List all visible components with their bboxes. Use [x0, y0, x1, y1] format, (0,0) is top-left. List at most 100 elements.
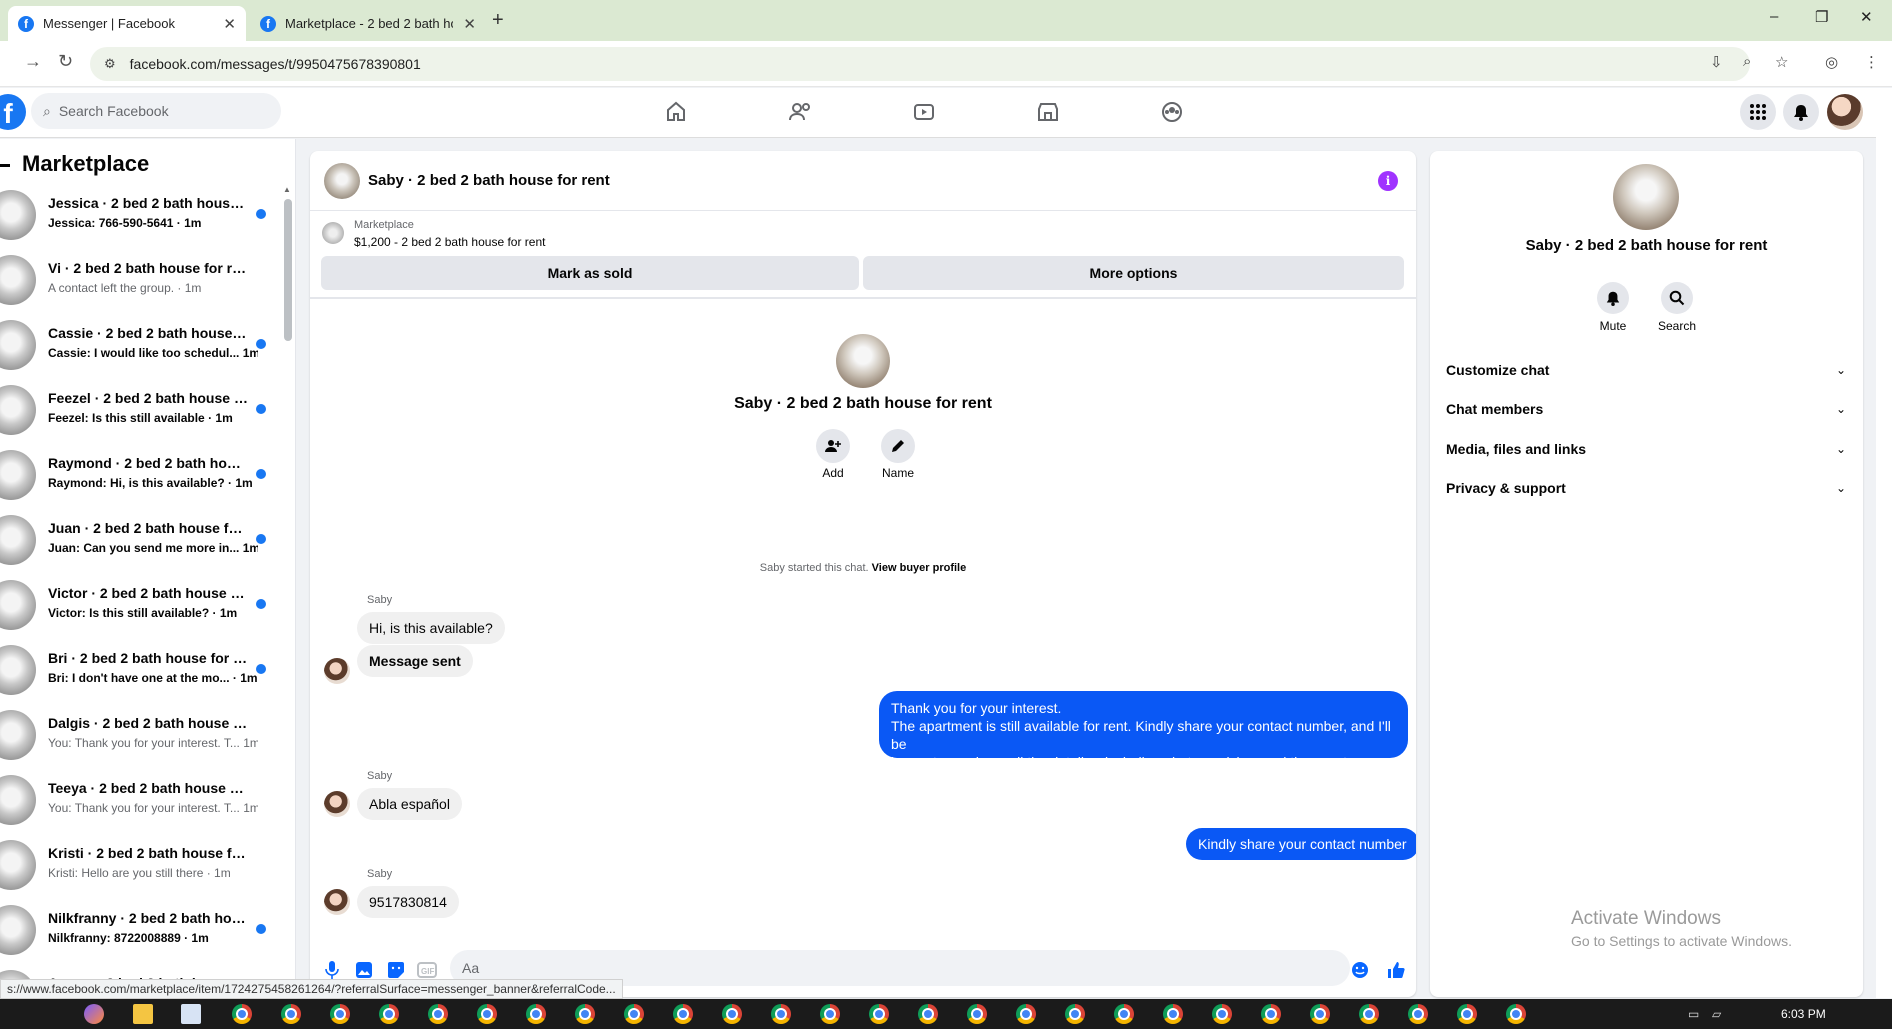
chrome-icon[interactable]	[1212, 1004, 1232, 1024]
chrome-icon[interactable]	[526, 1004, 546, 1024]
sidebar-scrollbar[interactable]	[284, 199, 292, 341]
notifications-icon[interactable]	[1783, 94, 1819, 130]
chrome-icon[interactable]	[869, 1004, 889, 1024]
tray-icon[interactable]: ▭	[1688, 1007, 1699, 1021]
zoom-icon[interactable]: ⌕	[1743, 53, 1751, 70]
close-tab-icon[interactable]: ✕	[463, 15, 476, 33]
browser-menu-icon[interactable]: ⋮	[1864, 53, 1879, 71]
chrome-icon[interactable]	[1065, 1004, 1085, 1024]
chrome-icon[interactable]	[1457, 1004, 1477, 1024]
chrome-icon[interactable]	[1506, 1004, 1526, 1024]
photo-icon[interactable]	[354, 960, 374, 980]
customize-chat-section[interactable]: Customize chat ⌄	[1446, 350, 1846, 390]
conversation-item[interactable]: Victor · 2 bed 2 bath house for... Victor…	[0, 577, 280, 639]
page-scrollbar[interactable]	[1876, 88, 1892, 998]
back-dash-icon[interactable]	[0, 163, 10, 167]
thumbs-up-icon[interactable]	[1386, 960, 1406, 980]
groups-icon[interactable]	[1158, 98, 1186, 126]
conversation-item[interactable]: Kristi · 2 bed 2 bath house for re... Kri…	[0, 837, 280, 899]
conversation-item[interactable]: Dalgis · 2 bed 2 bath house for r... You:…	[0, 707, 280, 769]
conversation-item[interactable]: Cassie · 2 bed 2 bath house fo... Cassie:…	[0, 317, 280, 379]
close-window-button[interactable]: ✕	[1860, 8, 1873, 26]
outgoing-message[interactable]: Thank you for your interest. The apartme…	[879, 691, 1408, 788]
conversation-item[interactable]: Jessica · 2 bed 2 bath house fo... Jessic…	[0, 187, 280, 249]
facebook-search-input[interactable]: ⌕ Search Facebook	[31, 93, 281, 129]
incoming-message[interactable]: Abla español	[357, 788, 462, 820]
profile-icon[interactable]: ◎	[1825, 53, 1838, 71]
file-explorer-icon[interactable]	[133, 1004, 153, 1024]
privacy-support-section[interactable]: Privacy & support ⌄	[1446, 468, 1846, 508]
close-tab-icon[interactable]: ✕	[223, 15, 236, 33]
conversation-item[interactable]: Bri · 2 bed 2 bath house for rent Bri: I …	[0, 642, 280, 704]
scroll-up-icon[interactable]: ▲	[283, 185, 291, 194]
menu-grid-icon[interactable]	[1740, 94, 1776, 130]
chrome-icon[interactable]	[232, 1004, 252, 1024]
chrome-icon[interactable]	[1163, 1004, 1183, 1024]
account-avatar[interactable]	[1827, 94, 1863, 130]
tab-messenger[interactable]: f Messenger | Facebook ✕	[8, 6, 246, 41]
sender-avatar[interactable]	[324, 658, 350, 684]
chrome-icon[interactable]	[1408, 1004, 1428, 1024]
tab-marketplace[interactable]: f Marketplace - 2 bed 2 bath hou ✕	[250, 6, 486, 41]
minimize-button[interactable]: –	[1770, 8, 1778, 25]
gif-icon[interactable]: GIF	[417, 960, 437, 980]
media-files-links-section[interactable]: Media, files and links ⌄	[1446, 429, 1846, 469]
mark-as-sold-button[interactable]: Mark as sold	[321, 256, 859, 290]
bookmark-star-icon[interactable]: ☆	[1775, 53, 1788, 71]
chrome-icon[interactable]	[1261, 1004, 1281, 1024]
listing-thumbnail[interactable]	[322, 222, 344, 244]
chrome-icon[interactable]	[820, 1004, 840, 1024]
copilot-icon[interactable]	[84, 1004, 104, 1024]
conversation-item[interactable]: Teeya · 2 bed 2 bath house for r... You: …	[0, 772, 280, 834]
reload-icon[interactable]: ↻	[58, 51, 73, 72]
outgoing-message[interactable]: Kindly share your contact number	[1186, 828, 1416, 860]
chrome-icon[interactable]	[281, 1004, 301, 1024]
add-person-icon[interactable]	[816, 429, 850, 463]
chrome-icon[interactable]	[1359, 1004, 1379, 1024]
chat-title[interactable]: Saby · 2 bed 2 bath house for rent	[368, 172, 610, 189]
chrome-icon[interactable]	[771, 1004, 791, 1024]
chat-avatar[interactable]	[324, 163, 360, 199]
microphone-icon[interactable]	[322, 960, 342, 980]
chrome-icon[interactable]	[330, 1004, 350, 1024]
chrome-icon[interactable]	[1016, 1004, 1036, 1024]
chrome-icon[interactable]	[428, 1004, 448, 1024]
incoming-message[interactable]: Message sent	[357, 645, 473, 677]
chrome-icon[interactable]	[1310, 1004, 1330, 1024]
address-bar[interactable]: ⚙ facebook.com/messages/t/99504756783908…	[90, 47, 1750, 81]
view-buyer-profile-link[interactable]: View buyer profile	[872, 562, 967, 574]
new-tab-button[interactable]: +	[492, 9, 504, 32]
chrome-icon[interactable]	[918, 1004, 938, 1024]
app-window-icon[interactable]	[181, 1004, 201, 1024]
sender-avatar[interactable]	[324, 889, 350, 915]
home-icon[interactable]	[662, 98, 690, 126]
chrome-icon[interactable]	[477, 1004, 497, 1024]
install-app-icon[interactable]: ⇩	[1710, 53, 1723, 71]
restore-button[interactable]: ❐	[1815, 8, 1828, 26]
conversation-item[interactable]: Nilkfranny · 2 bed 2 bath hous... Nilkfra…	[0, 902, 280, 964]
info-icon[interactable]: i	[1378, 171, 1398, 191]
conversation-item[interactable]: Raymond · 2 bed 2 bath hous... Raymond: H…	[0, 447, 280, 509]
facebook-logo-icon[interactable]: f	[0, 94, 26, 130]
sticker-icon[interactable]	[386, 960, 406, 980]
video-icon[interactable]	[910, 98, 938, 126]
more-options-button[interactable]: More options	[863, 256, 1404, 290]
marketplace-icon[interactable]	[1034, 98, 1062, 126]
chat-members-section[interactable]: Chat members ⌄	[1446, 389, 1846, 429]
network-icon[interactable]: ▱	[1712, 1007, 1721, 1021]
site-settings-icon[interactable]: ⚙	[104, 56, 116, 72]
chrome-icon[interactable]	[379, 1004, 399, 1024]
taskbar-clock[interactable]: 6:03 PM	[1781, 1007, 1826, 1021]
conversation-item[interactable]: Vi · 2 bed 2 bath house for rent A contac…	[0, 252, 280, 314]
mute-bell-icon[interactable]	[1597, 282, 1629, 314]
conversation-item[interactable]: Juan · 2 bed 2 bath house for ... Juan: C…	[0, 512, 280, 574]
listing-price[interactable]: $1,200 - 2 bed 2 bath house for rent	[354, 235, 545, 249]
conversation-item[interactable]: Feezel · 2 bed 2 bath house fo... Feezel:…	[0, 382, 280, 444]
sender-avatar[interactable]	[324, 791, 350, 817]
chrome-icon[interactable]	[673, 1004, 693, 1024]
chrome-icon[interactable]	[967, 1004, 987, 1024]
chrome-icon[interactable]	[575, 1004, 595, 1024]
incoming-message[interactable]: Hi, is this available?	[357, 612, 505, 644]
chrome-icon[interactable]	[1114, 1004, 1134, 1024]
forward-icon[interactable]: →	[24, 51, 42, 72]
